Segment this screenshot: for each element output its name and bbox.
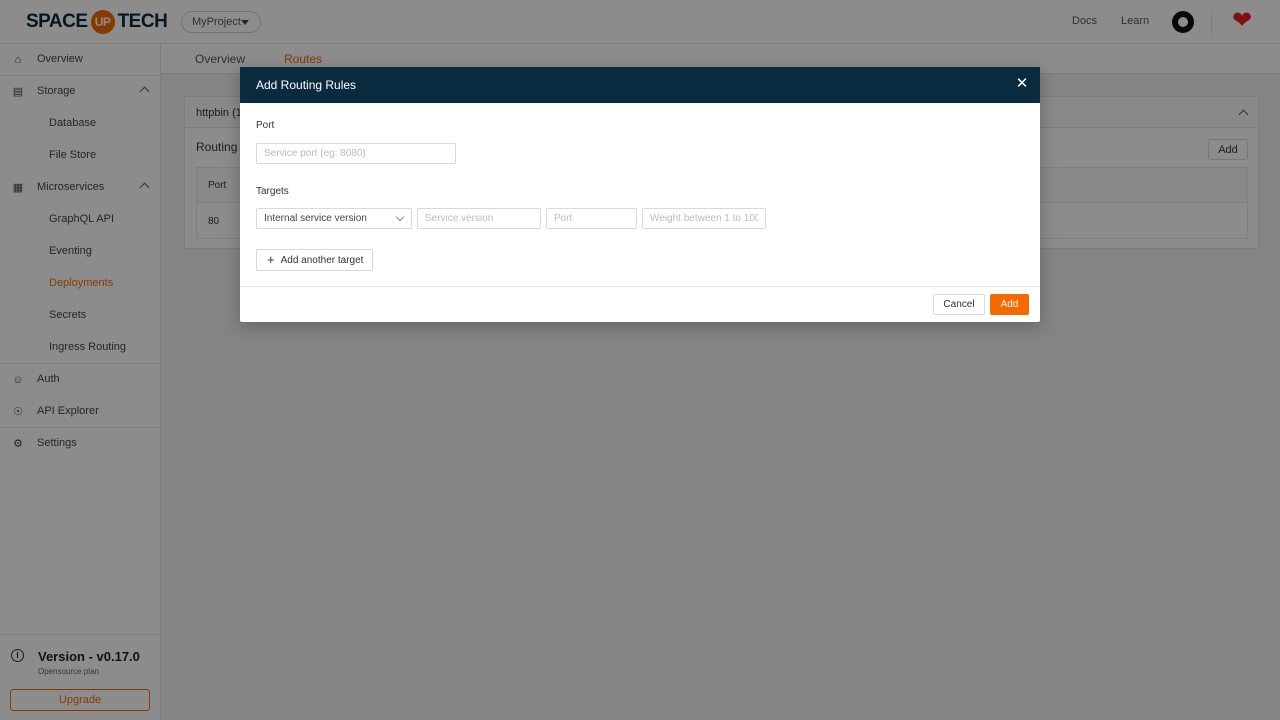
close-icon[interactable]: ✕: [1014, 76, 1030, 92]
add-another-target-button[interactable]: + Add another target: [256, 249, 373, 271]
service-version-input[interactable]: [417, 208, 541, 229]
port-label: Port: [256, 120, 275, 131]
add-routing-rules-modal: Add Routing Rules ✕ Port Targets Interna…: [240, 67, 1040, 322]
chevron-down-icon: [395, 212, 405, 222]
targets-label: Targets: [256, 186, 289, 197]
plus-icon: +: [267, 252, 275, 267]
add-target-label: Add another target: [280, 254, 364, 266]
target-type-select[interactable]: Internal service version: [256, 208, 412, 229]
target-port-input[interactable]: [546, 208, 637, 229]
modal-header: Add Routing Rules ✕: [240, 67, 1040, 103]
modal-title: Add Routing Rules: [256, 78, 357, 92]
weight-input[interactable]: [642, 208, 766, 229]
service-port-input[interactable]: [256, 143, 456, 164]
target-type-value: Internal service version: [264, 213, 367, 224]
cancel-button[interactable]: Cancel: [933, 294, 985, 315]
add-button[interactable]: Add: [990, 294, 1029, 315]
modal-footer: Cancel Add: [240, 286, 1040, 322]
